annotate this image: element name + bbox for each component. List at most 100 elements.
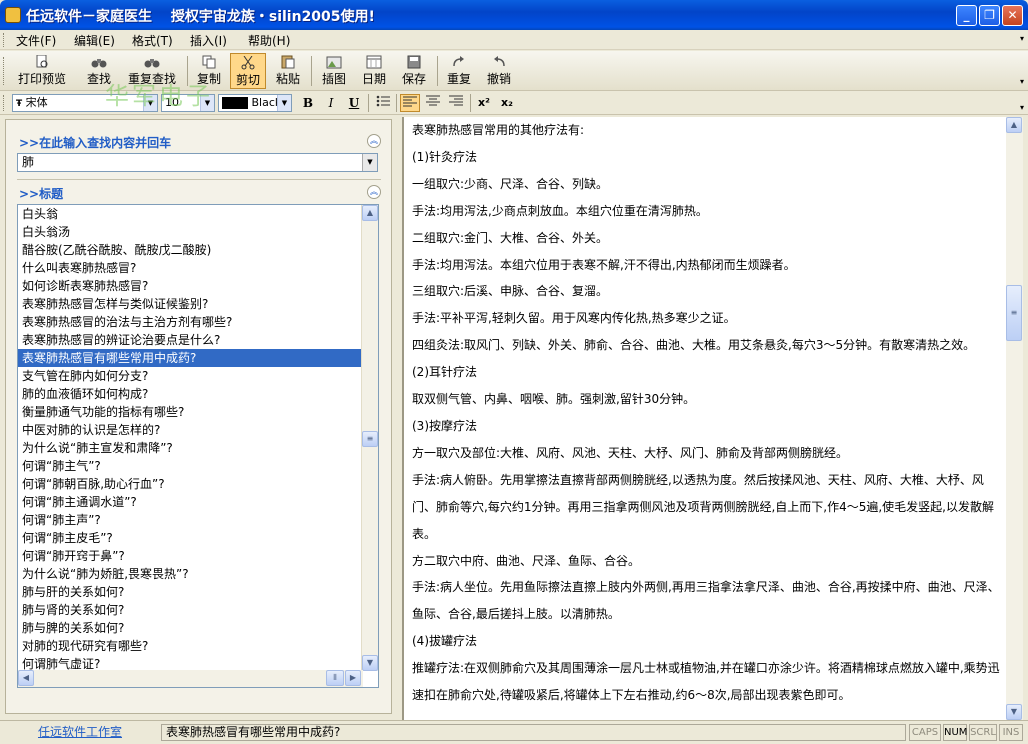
close-button[interactable]: ✕	[1002, 5, 1023, 26]
minimize-button[interactable]: _	[956, 5, 977, 26]
bold-button[interactable]: B	[298, 94, 318, 112]
formatbar-grip[interactable]	[3, 95, 6, 111]
menu-file[interactable]: 文件(F)	[16, 32, 56, 49]
studio-link[interactable]: 任远软件工作室	[4, 724, 156, 741]
status-bar: 任远软件工作室 表寒肺热感冒有哪些常用中成药? CAPS NUM SCRL IN…	[0, 720, 1028, 744]
print-preview-icon	[36, 55, 48, 68]
list-item[interactable]: 对肺的现代研究有哪些?	[18, 637, 362, 655]
menu-insert[interactable]: 插入(I)	[190, 32, 227, 49]
italic-button[interactable]: I	[321, 94, 341, 112]
underline-button[interactable]: U	[344, 94, 364, 112]
content-paragraph: (3)按摩疗法	[412, 418, 477, 433]
menu-format[interactable]: 格式(T)	[132, 32, 173, 49]
truetype-icon: Ŧ	[16, 99, 23, 109]
menu-bar: 文件(F) 编辑(E) 格式(T) 插入(I) 帮助(H) ▾	[0, 30, 1028, 50]
menu-edit[interactable]: 编辑(E)	[74, 32, 115, 49]
list-item[interactable]: 中医对肺的认识是怎样的?	[18, 421, 362, 439]
bullet-list-icon	[376, 95, 390, 107]
insert-image-icon	[326, 56, 342, 69]
list-item[interactable]: 何谓“肺主通调水道”?	[18, 493, 362, 511]
scroll-thumb[interactable]: ≡	[1006, 285, 1022, 341]
collapse-titles-icon[interactable]: ︽	[367, 185, 381, 199]
align-center-button[interactable]	[423, 94, 443, 112]
list-item[interactable]: 表寒肺热感冒的辨证论治要点是什么?	[18, 331, 362, 349]
list-item[interactable]: 如何诊断表寒肺热感冒?	[18, 277, 362, 295]
title-bar: 任远软件－家庭医生 授权宇宙龙族・silin2005使用! _ ❐ ✕	[0, 0, 1028, 30]
list-item[interactable]: 何谓“肺主气”?	[18, 457, 362, 475]
align-left-icon	[403, 96, 417, 107]
superscript-button[interactable]: x²	[474, 94, 494, 112]
content-paragraph: 二组取穴:金门、大椎、合谷、外关。	[412, 230, 609, 245]
list-item[interactable]: 什么叫表寒肺热感冒?	[18, 259, 362, 277]
toolbar-grip[interactable]	[3, 57, 6, 85]
list-item[interactable]: 何谓“肺朝百脉,助心行血”?	[18, 475, 362, 493]
redo-button[interactable]: 重复	[443, 53, 475, 89]
article-body: 表寒肺热感冒常用的其他疗法有: (1)针灸疗法 一组取穴:少商、尺泽、合谷、列缺。手…	[412, 117, 1002, 709]
paste-button[interactable]: 粘贴	[272, 53, 304, 89]
scroll-down-icon[interactable]: ▼	[1006, 704, 1022, 720]
scroll-right-icon[interactable]: ▶	[345, 670, 361, 686]
caps-indicator: CAPS	[909, 724, 941, 741]
content-paragraph: 手法:病人俯卧。先用掌擦法直擦背部两侧膀胱经,以透热为度。然后按揉风池、天柱、风…	[412, 472, 994, 541]
print-preview-button[interactable]: 打印预览	[14, 53, 70, 89]
list-item[interactable]: 支气管在肺内如何分支?	[18, 367, 362, 385]
list-item[interactable]: 为什么说“肺为娇脏,畏寒畏热”?	[18, 565, 362, 583]
content-paragraph: 方一取穴及部位:大椎、风府、风池、天柱、大杼、风门、肺俞及背部两侧膀胱经。	[412, 445, 849, 460]
align-right-button[interactable]	[446, 94, 466, 112]
scroll-left-icon[interactable]: ◀	[18, 670, 34, 686]
date-button[interactable]: 日期	[358, 53, 390, 89]
list-item[interactable]: 衡量肺通气功能的指标有哪些?	[18, 403, 362, 421]
cut-button[interactable]: 剪切	[230, 53, 266, 89]
scroll-thumb[interactable]: ≡	[362, 431, 378, 447]
list-item[interactable]: 何谓“肺开窍于鼻”?	[18, 547, 362, 565]
scroll-up-icon[interactable]: ▲	[362, 205, 378, 221]
window-title: 任远软件－家庭医生 授权宇宙龙族・silin2005使用!	[26, 9, 375, 25]
list-horizontal-scrollbar[interactable]: ◀ ⦀ ▶	[18, 670, 363, 687]
menu-help[interactable]: 帮助(H)	[248, 32, 290, 49]
insert-image-button[interactable]: 插图	[318, 53, 350, 89]
content-paragraph: (4)拔罐疗法	[412, 634, 477, 649]
list-item[interactable]: 何谓“肺主皮毛”?	[18, 529, 362, 547]
content-vertical-scrollbar[interactable]: ▲ ≡ ▼	[1006, 117, 1023, 720]
content-paragraph: 推罐疗法:在双侧肺俞穴及其周围薄涂一层凡士林或植物油,并在罐口亦涂少许。将酒精棉…	[412, 661, 1000, 703]
content-paragraph: (2)耳针疗法	[412, 365, 477, 380]
num-indicator: NUM	[943, 724, 967, 741]
bullet-list-button[interactable]	[373, 94, 393, 112]
list-item[interactable]: 肺的血液循环如何构成?	[18, 385, 362, 403]
list-item[interactable]: 肺与脾的关系如何?	[18, 619, 362, 637]
scissors-icon	[241, 56, 255, 70]
collapse-search-icon[interactable]: ︽	[367, 134, 381, 148]
list-item[interactable]: 白头翁汤	[18, 223, 362, 241]
save-button[interactable]: 保存	[398, 53, 430, 89]
list-item[interactable]: 肺与肾的关系如何?	[18, 601, 362, 619]
font-color-select[interactable]: Black ▼	[218, 94, 292, 112]
content-paragraph: 手法:均用泻法,少商点刺放血。本组穴位重在清泻肺热。	[412, 203, 708, 218]
undo-button[interactable]: 撤销	[483, 53, 515, 89]
menu-overflow-icon[interactable]: ▾	[1020, 34, 1024, 43]
list-item[interactable]: 为什么说“肺主宣发和肃降”?	[18, 439, 362, 457]
titles-list[interactable]: 白头翁 白头翁汤 醋谷胺(乙酰谷酰胺、酰胺戊二酸胺) 什么叫表寒肺热感冒? 如何诊断表寒…	[17, 204, 379, 688]
redo-icon	[453, 56, 464, 67]
list-item[interactable]: 何谓“肺主声”?	[18, 511, 362, 529]
content-editor[interactable]: 表寒肺热感冒常用的其他疗法有: (1)针灸疗法 一组取穴:少商、尺泽、合谷、列缺。手…	[402, 117, 1023, 720]
formatbar-overflow-icon[interactable]: ▾	[1020, 103, 1024, 112]
list-item[interactable]: 白头翁	[18, 205, 362, 223]
list-vertical-scrollbar[interactable]: ▲ ≡ ▼	[361, 205, 378, 671]
scroll-up-icon[interactable]: ▲	[1006, 117, 1022, 133]
search-input[interactable]: 肺 ▼	[17, 153, 378, 172]
watermark-text: 华军电子	[105, 82, 213, 110]
horizontal-scroll-thumb[interactable]: ⦀	[326, 670, 344, 686]
left-panel: >>在此输入查找内容并回车 ︽ 肺 ▼ >>标题 ︽ 白头翁 白头翁汤 醋谷胺(乙酰…	[5, 119, 392, 714]
scroll-down-icon[interactable]: ▼	[362, 655, 378, 671]
maximize-button[interactable]: ❐	[979, 5, 1000, 26]
subscript-button[interactable]: x₂	[497, 94, 517, 112]
list-item[interactable]: 肺与肝的关系如何?	[18, 583, 362, 601]
list-item[interactable]: 醋谷胺(乙酰谷酰胺、酰胺戊二酸胺)	[18, 241, 362, 259]
menu-grip[interactable]	[3, 33, 6, 47]
list-item[interactable]: 表寒肺热感冒的治法与主治方剂有哪些?	[18, 313, 362, 331]
align-left-button[interactable]	[400, 94, 420, 112]
toolbar-overflow-icon[interactable]: ▾	[1020, 77, 1024, 86]
list-item-selected[interactable]: 表寒肺热感冒有哪些常用中成药?	[18, 349, 362, 367]
list-item[interactable]: 表寒肺热感冒怎样与类似证候鉴别?	[18, 295, 362, 313]
chevron-down-icon[interactable]: ▼	[362, 154, 377, 171]
